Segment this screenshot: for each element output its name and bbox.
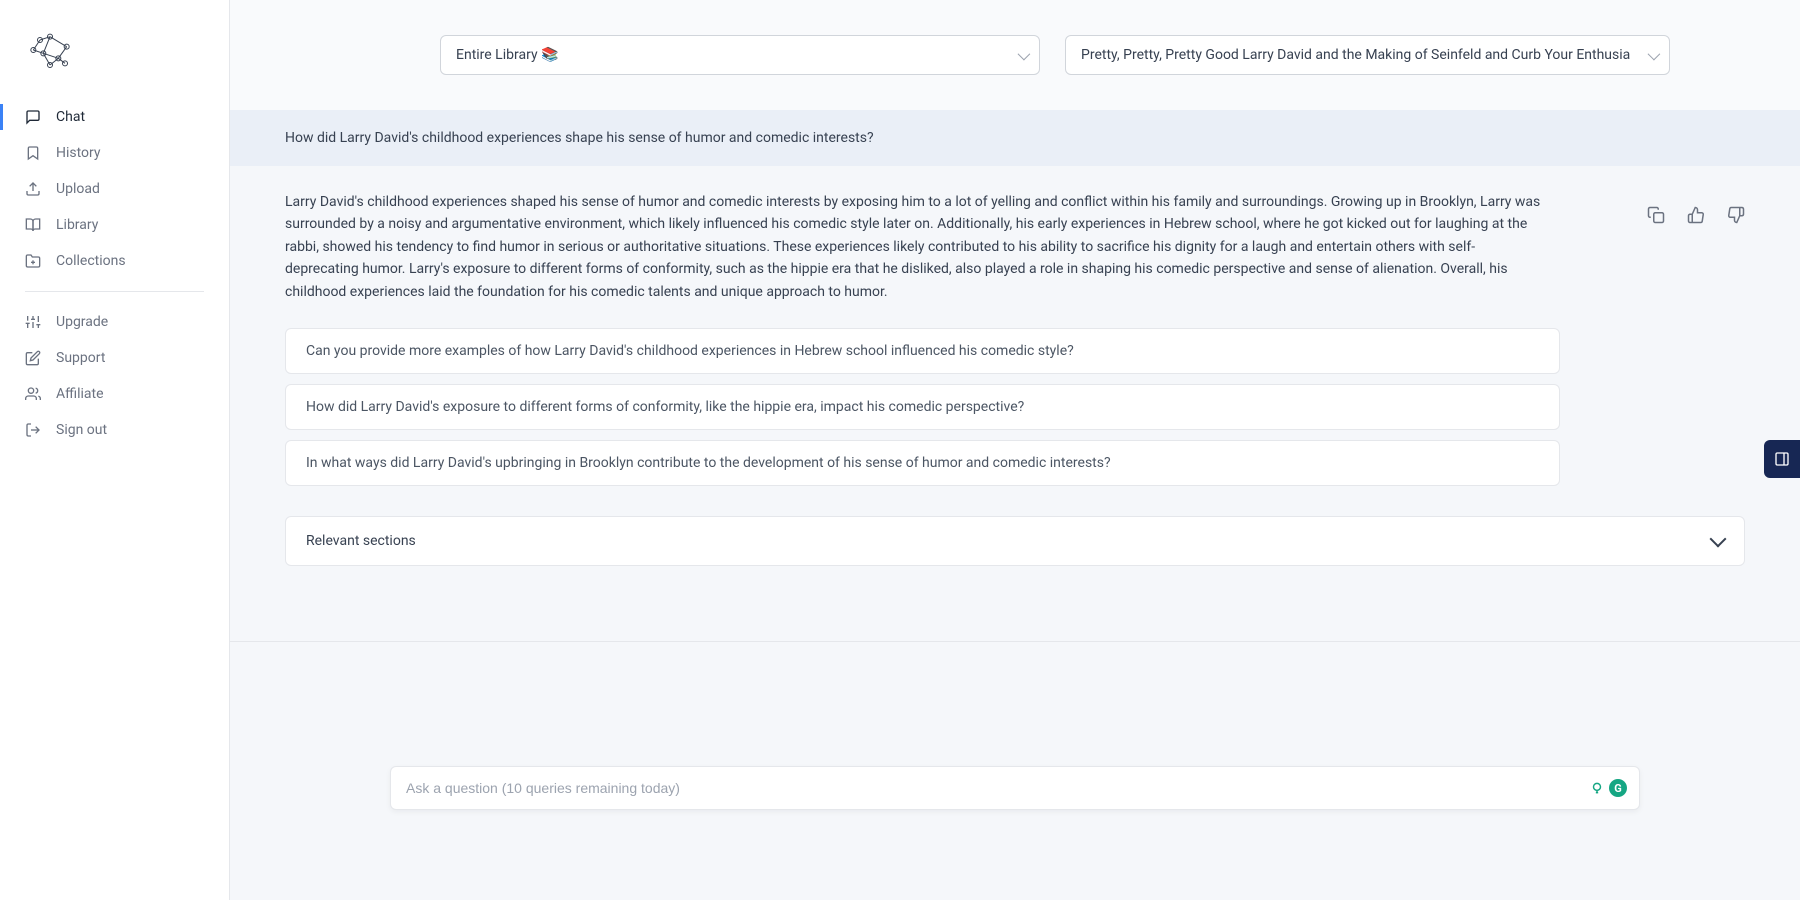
suggestion-item[interactable]: In what ways did Larry David's upbringin…: [285, 440, 1560, 486]
collections-icon: [25, 253, 41, 269]
signout-icon: [25, 422, 41, 438]
sidebar-item-support[interactable]: Support: [0, 340, 229, 376]
upgrade-icon: [25, 314, 41, 330]
affiliate-icon: [25, 386, 41, 402]
sidebar-item-label: Affiliate: [56, 386, 104, 402]
sidebar-item-label: Upgrade: [56, 314, 108, 330]
book-dropdown-value: Pretty, Pretty, Pretty Good Larry David …: [1081, 47, 1630, 63]
side-panel-toggle[interactable]: [1764, 440, 1800, 478]
main-content: Entire Library 📚 Pretty, Pretty, Pretty …: [230, 0, 1800, 900]
sidebar-item-history[interactable]: History: [0, 135, 229, 171]
suggestion-item[interactable]: Can you provide more examples of how Lar…: [285, 328, 1560, 374]
bookmark-icon: [25, 145, 41, 161]
sidebar-item-label: Support: [56, 350, 105, 366]
sidebar-item-chat[interactable]: Chat: [0, 99, 229, 135]
answer-actions: [1647, 191, 1745, 303]
question-input[interactable]: [406, 780, 1579, 796]
upload-icon: [25, 181, 41, 197]
sidebar-item-collections[interactable]: Collections: [0, 243, 229, 279]
sidebar-nav-secondary: Upgrade Support Affiliate Sign out: [0, 304, 229, 448]
logo: [0, 20, 229, 99]
sidebar-divider: [25, 291, 204, 292]
question-input-bar: G: [390, 766, 1640, 810]
thumbs-up-button[interactable]: [1687, 206, 1705, 224]
sidebar-item-upgrade[interactable]: Upgrade: [0, 304, 229, 340]
relevant-sections-label: Relevant sections: [306, 533, 416, 549]
chat-icon: [25, 109, 41, 125]
suggestions-list: Can you provide more examples of how Lar…: [230, 328, 1800, 486]
sidebar-item-signout[interactable]: Sign out: [0, 412, 229, 448]
suggestion-text: How did Larry David's exposure to differ…: [306, 399, 1024, 415]
input-icons: G: [1590, 779, 1627, 797]
panel-icon: [1774, 451, 1790, 467]
sidebar-nav-primary: Chat History Upload Library Collections: [0, 99, 229, 279]
relevant-sections-toggle[interactable]: Relevant sections: [285, 516, 1745, 566]
library-dropdown[interactable]: Entire Library 📚: [440, 35, 1040, 75]
sidebar-item-label: Collections: [56, 253, 126, 269]
top-bar: Entire Library 📚 Pretty, Pretty, Pretty …: [230, 0, 1800, 110]
suggestion-text: In what ways did Larry David's upbringin…: [306, 455, 1111, 471]
suggestion-item[interactable]: How did Larry David's exposure to differ…: [285, 384, 1560, 430]
sidebar-item-label: Chat: [56, 109, 85, 125]
sidebar-item-label: Upload: [56, 181, 100, 197]
grammar-letter: G: [1614, 782, 1622, 795]
suggestion-text: Can you provide more examples of how Lar…: [306, 343, 1074, 359]
sidebar-item-upload[interactable]: Upload: [0, 171, 229, 207]
question-display: How did Larry David's childhood experien…: [230, 110, 1800, 166]
thumbs-down-button[interactable]: [1727, 206, 1745, 224]
library-dropdown-value: Entire Library 📚: [456, 47, 558, 63]
separator: [230, 641, 1800, 642]
support-icon: [25, 350, 41, 366]
bulb-icon[interactable]: [1590, 781, 1604, 795]
question-text: How did Larry David's childhood experien…: [285, 130, 874, 146]
copy-button[interactable]: [1647, 206, 1665, 224]
sidebar: Chat History Upload Library Collections: [0, 0, 230, 900]
answer-section: Larry David's childhood experiences shap…: [230, 166, 1800, 328]
sidebar-item-label: History: [56, 145, 101, 161]
answer-text: Larry David's childhood experiences shap…: [285, 191, 1547, 303]
library-icon: [25, 217, 41, 233]
grammar-icon[interactable]: G: [1609, 779, 1627, 797]
input-bar-wrapper: G: [230, 766, 1800, 810]
sidebar-item-affiliate[interactable]: Affiliate: [0, 376, 229, 412]
chevron-down-icon: [1710, 530, 1727, 547]
book-dropdown[interactable]: Pretty, Pretty, Pretty Good Larry David …: [1065, 35, 1670, 75]
sidebar-item-library[interactable]: Library: [0, 207, 229, 243]
sidebar-item-label: Sign out: [56, 422, 107, 438]
sidebar-item-label: Library: [56, 217, 98, 233]
